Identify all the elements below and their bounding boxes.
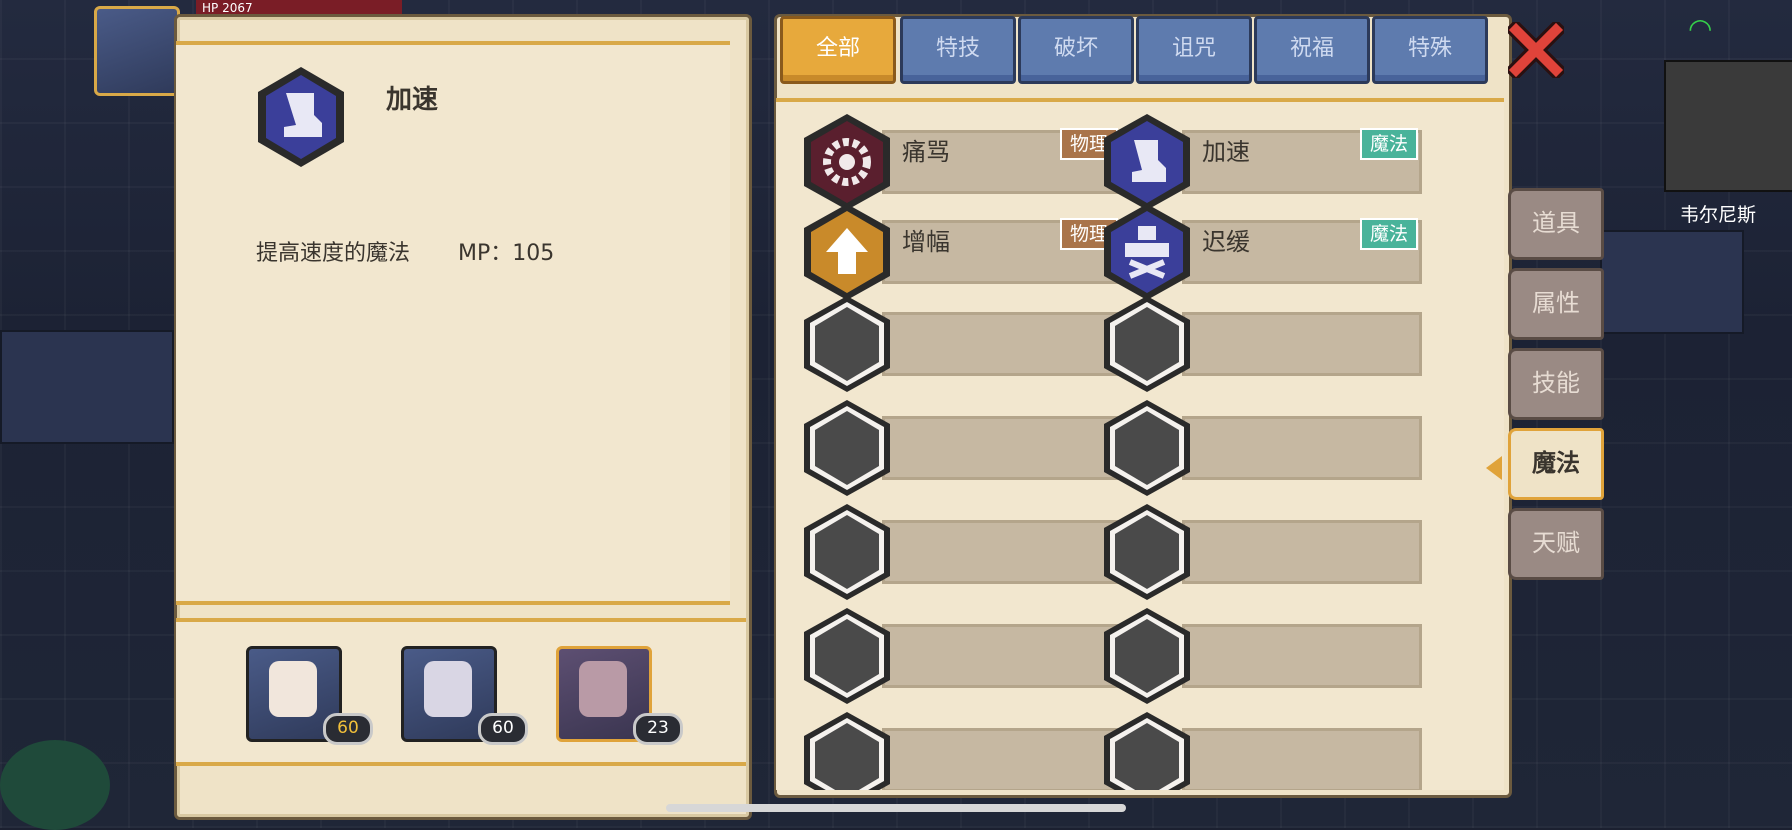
skill-slot[interactable]: 迟缓 魔法 <box>1102 202 1422 300</box>
empty-skill-slot[interactable] <box>1102 710 1422 790</box>
skill-bar <box>882 728 1122 790</box>
side-tab-items[interactable]: 道具 <box>1508 188 1604 260</box>
tab-stunt[interactable]: 特技 <box>900 16 1016 84</box>
skill-type-badge: 魔法 <box>1359 218 1418 250</box>
skill-slot[interactable]: 加速 魔法 <box>1102 112 1422 210</box>
character-level-badge: 60 <box>478 713 528 745</box>
skill-bar <box>1182 728 1422 790</box>
empty-skill-slot[interactable] <box>1102 294 1422 392</box>
slow-icon <box>1104 204 1190 300</box>
empty-skill-slot[interactable] <box>1102 502 1422 600</box>
tab-bless[interactable]: 祝福 <box>1254 16 1370 84</box>
boot-icon <box>258 67 344 167</box>
tab-destroy[interactable]: 破坏 <box>1018 16 1134 84</box>
boot-icon <box>1104 114 1190 210</box>
empty-hex-icon <box>1104 504 1190 600</box>
empty-skill-slot[interactable] <box>802 502 1122 600</box>
empty-skill-slot[interactable] <box>802 294 1122 392</box>
npc-name: 韦尔尼斯 <box>1680 204 1757 226</box>
skill-bar <box>1182 624 1422 688</box>
tab-curse[interactable]: 诅咒 <box>1136 16 1252 84</box>
home-indicator <box>666 804 1126 812</box>
background-bush <box>0 740 110 830</box>
skill-bar <box>882 624 1122 688</box>
skill-detail-description: 提高速度的魔法 <box>256 241 411 266</box>
character-level-badge: 23 <box>633 713 683 745</box>
skill-name: 加速 <box>1202 138 1250 166</box>
empty-hex-icon <box>804 712 890 790</box>
skill-slot[interactable]: 痛骂 物理 <box>802 112 1122 210</box>
character-level-badge: 60 <box>323 713 373 745</box>
skill-name: 增幅 <box>902 228 950 256</box>
skill-detail-name: 加速 <box>386 85 439 115</box>
skill-detail-box: 加速 提高速度的魔法 MP：105 <box>176 41 730 605</box>
skill-detail-mp-cost: MP：105 <box>458 241 555 266</box>
skill-name: 痛骂 <box>902 138 950 166</box>
side-tab-skills[interactable]: 技能 <box>1508 348 1604 420</box>
empty-skill-slot[interactable] <box>802 606 1122 704</box>
up-arrow-icon <box>804 204 890 300</box>
player-avatar[interactable] <box>94 6 180 96</box>
character-portrait[interactable]: 60 <box>246 646 373 745</box>
empty-skill-slot[interactable] <box>802 398 1122 496</box>
empty-hex-icon <box>1104 400 1190 496</box>
empty-skill-slot[interactable] <box>1102 398 1422 496</box>
character-selector: 60 60 23 <box>176 618 746 766</box>
empty-hex-icon <box>804 400 890 496</box>
background-wall <box>1600 230 1744 334</box>
skill-bar <box>882 520 1122 584</box>
empty-skill-slot[interactable] <box>1102 606 1422 704</box>
side-tab-talent[interactable]: 天赋 <box>1508 508 1604 580</box>
skill-bar <box>1182 312 1422 376</box>
empty-hex-icon <box>1104 296 1190 392</box>
empty-hex-icon <box>804 504 890 600</box>
character-portrait-selected[interactable]: 23 <box>556 646 683 745</box>
character-face <box>424 661 472 717</box>
wifi-icon: ◠ <box>1688 12 1713 45</box>
empty-hex-icon <box>1104 608 1190 704</box>
empty-hex-icon <box>804 608 890 704</box>
character-portrait[interactable]: 60 <box>401 646 528 745</box>
skill-filter-tabs: 全部 特技 破坏 诅咒 祝福 特殊 <box>780 14 1500 84</box>
skill-slot[interactable]: 增幅 物理 <box>802 202 1122 300</box>
skill-bar <box>882 312 1122 376</box>
empty-hex-icon <box>804 296 890 392</box>
close-icon[interactable] <box>1508 22 1564 78</box>
character-face <box>579 661 627 717</box>
empty-hex-icon <box>1104 712 1190 790</box>
side-tab-magic[interactable]: 魔法 <box>1508 428 1604 500</box>
background-wall <box>0 330 174 444</box>
gear-icon <box>804 114 890 210</box>
skill-bar <box>1182 520 1422 584</box>
skill-name: 迟缓 <box>1202 228 1250 256</box>
character-face <box>269 661 317 717</box>
minimap[interactable] <box>1664 60 1792 192</box>
empty-skill-slot[interactable] <box>802 710 1122 790</box>
skill-bar <box>1182 416 1422 480</box>
side-tab-attributes[interactable]: 属性 <box>1508 268 1604 340</box>
tab-special[interactable]: 特殊 <box>1372 16 1488 84</box>
active-tab-arrow-icon <box>1486 456 1502 480</box>
tab-all[interactable]: 全部 <box>780 16 896 84</box>
skill-grid: 痛骂 物理 加速 魔法 增幅 物理 迟缓 魔法 <box>776 98 1504 790</box>
skill-type-badge: 魔法 <box>1359 128 1418 160</box>
skill-bar <box>882 416 1122 480</box>
